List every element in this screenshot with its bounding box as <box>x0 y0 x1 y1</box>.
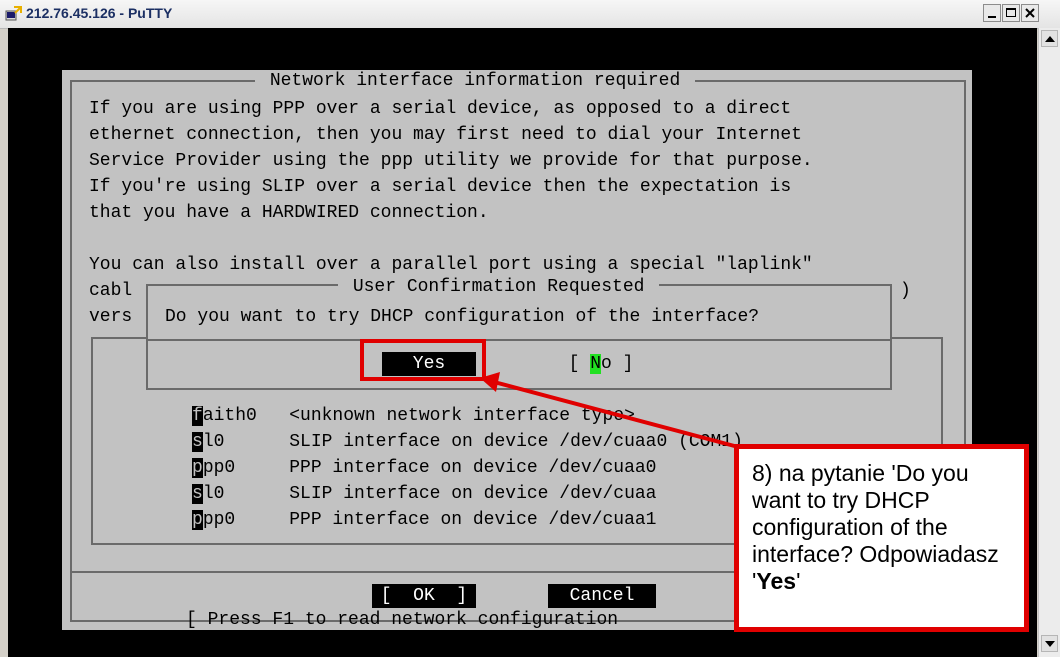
title-bar: 212.76.45.126 - PuTTY <box>0 0 1060 29</box>
laplink-line: You can also install over a parallel por… <box>89 255 813 275</box>
scroll-down-button[interactable] <box>1041 635 1058 652</box>
scroll-up-button[interactable] <box>1041 30 1058 47</box>
interface-item-ppp0[interactable]: ppp0 PPP interface on device /dev/cuaa0 <box>192 457 657 479</box>
popup-title: User Confirmation Requested <box>338 276 660 298</box>
close-icon <box>1025 8 1035 18</box>
cable-fragment: cabl <box>89 281 133 301</box>
text-cursor: N <box>590 354 601 374</box>
vertical-scrollbar[interactable] <box>1038 28 1060 657</box>
interface-item-ppp0-cuaa1[interactable]: ppp0 PPP interface on device /dev/cuaa1 <box>192 509 657 531</box>
no-button[interactable]: [ No ] <box>546 352 656 376</box>
vers-fragment: vers <box>89 307 133 327</box>
maximize-button[interactable] <box>1002 4 1020 22</box>
cancel-button[interactable]: Cancel <box>548 584 656 608</box>
intro-line-5: that you have a HARDWIRED connection. <box>89 203 489 223</box>
window-title: 212.76.45.126 - PuTTY <box>26 5 173 21</box>
minimize-button[interactable] <box>983 4 1001 22</box>
interface-item-sl0-com1[interactable]: sl0 SLIP interface on device /dev/cuaa0 … <box>192 431 743 453</box>
intro-line-4: If you're using SLIP over a serial devic… <box>89 177 792 197</box>
putty-app-icon[interactable] <box>5 5 23 23</box>
interface-item-faith0[interactable]: faith0 <unknown network interface type> <box>192 405 635 427</box>
dialog-title: Network interface information required <box>255 70 696 92</box>
intro-line-2: ethernet connection, then you may first … <box>89 125 802 145</box>
ok-button[interactable]: [ OK ] <box>372 584 476 608</box>
popup-separator <box>146 339 892 341</box>
interface-item-sl0[interactable]: sl0 SLIP interface on device /dev/cuaa <box>192 483 657 505</box>
close-button[interactable] <box>1021 4 1039 22</box>
intro-line-1: If you are using PPP over a serial devic… <box>89 99 792 119</box>
confirmation-popup <box>146 284 892 390</box>
intro-line-3: Service Provider using the ppp utility w… <box>89 151 813 171</box>
popup-question: Do you want to try DHCP configuration of… <box>165 307 760 327</box>
cable-close: ) <box>900 281 911 301</box>
annotation-text: 8) na pytanie 'Do you want to try DHCP c… <box>752 460 999 594</box>
help-line: [ Press F1 to read network configuration <box>186 610 619 630</box>
yes-highlight-box <box>360 339 486 381</box>
